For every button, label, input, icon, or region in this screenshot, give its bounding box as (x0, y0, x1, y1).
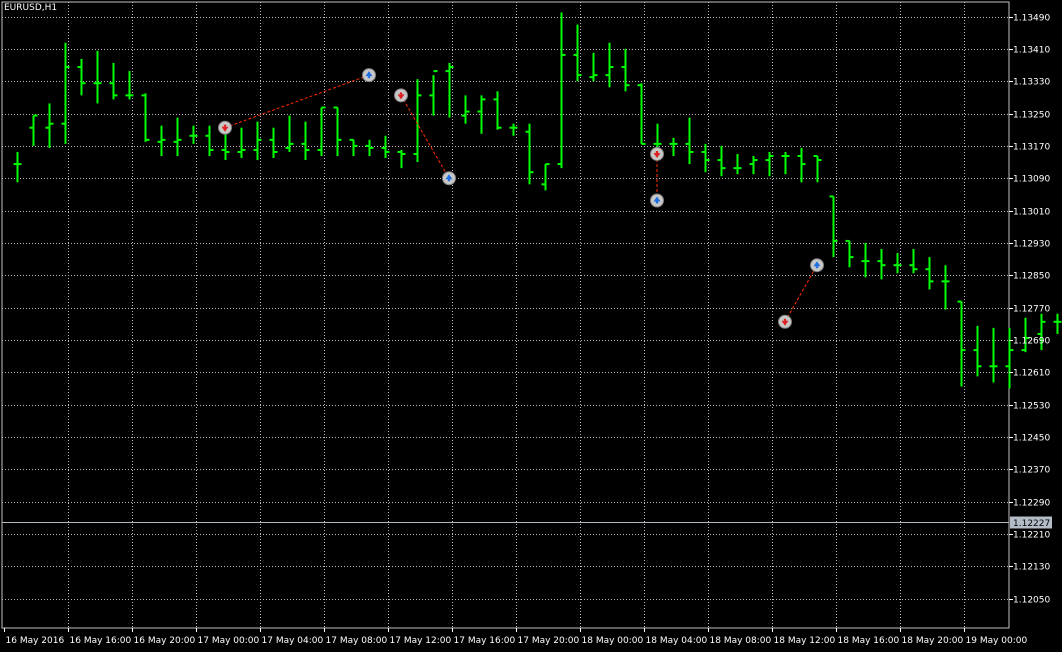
time-tick-label: 16 May 16:00 (70, 636, 132, 646)
time-tick-label: 17 May 08:00 (326, 636, 388, 646)
price-tick-label: 1.12210 (1013, 531, 1050, 541)
chart-canvas[interactable]: 1.13490 1.13410 1.13330 1.13250 1.13170 1.130… (0, 0, 1062, 652)
time-tick-label: 18 May 04:00 (646, 636, 708, 646)
arrow-stem (447, 179, 451, 182)
arrow-stem (223, 124, 227, 127)
price-tick-label: 1.13250 (1013, 111, 1050, 121)
trade-close-marker (650, 193, 664, 208)
price-tick-label: 1.13410 (1013, 46, 1050, 56)
time-tick-label: 19 May 00:00 (966, 636, 1028, 646)
arrow-stem (367, 76, 371, 79)
trade-open-marker (778, 314, 792, 329)
time-tick-label: 17 May 16:00 (454, 636, 516, 646)
price-tick-label: 1.12610 (1013, 369, 1050, 379)
arrow-stem (783, 318, 787, 321)
time-tick-label: 18 May 08:00 (710, 636, 772, 646)
time-tick-label: 17 May 20:00 (518, 636, 580, 646)
time-tick-label: 18 May 20:00 (902, 636, 964, 646)
trade-open-marker (394, 88, 408, 103)
symbol-timeframe-label: EURUSD,H1 (4, 3, 58, 13)
trade-open-marker (218, 120, 232, 135)
price-tick-label: 1.13090 (1013, 175, 1050, 185)
time-tick-label: 18 May 00:00 (582, 636, 644, 646)
time-tick-label: 18 May 12:00 (774, 636, 836, 646)
price-tick-label: 1.13490 (1013, 14, 1050, 24)
price-tick-label: 1.12370 (1013, 466, 1050, 476)
time-tick-label: 16 May 2016 (6, 636, 65, 646)
price-tick-label: 1.13170 (1013, 143, 1050, 153)
current-price-label: 1.12227 (1013, 519, 1050, 529)
price-tick-label: 1.12130 (1013, 563, 1050, 573)
arrow-stem (655, 150, 659, 153)
time-tick-label: 17 May 00:00 (198, 636, 260, 646)
price-tick-label: 1.12690 (1013, 337, 1050, 347)
price-tick-label: 1.12850 (1013, 272, 1050, 282)
time-axis[interactable]: 16 May 2016 16 May 16:00 16 May 20:00 17 Ma… (4, 628, 1028, 646)
trade-close-marker (442, 171, 456, 186)
trade-open-marker (650, 146, 664, 161)
price-tick-label: 1.12290 (1013, 499, 1050, 509)
price-tick-label: 1.12770 (1013, 305, 1050, 315)
arrow-stem (399, 92, 403, 95)
trade-close-marker (810, 258, 824, 273)
trade-close-marker (362, 68, 376, 83)
ohlc-bar (1053, 313, 1062, 334)
price-tick-label: 1.12530 (1013, 402, 1050, 412)
ohlc-bar (1021, 317, 1030, 353)
arrow-stem (815, 266, 819, 269)
arrow-stem (655, 201, 659, 204)
time-tick-label: 17 May 12:00 (390, 636, 452, 646)
time-tick-label: 16 May 20:00 (134, 636, 196, 646)
price-tick-label: 1.13010 (1013, 208, 1050, 218)
price-tick-label: 1.13330 (1013, 78, 1050, 88)
price-tick-label: 1.12450 (1013, 434, 1050, 444)
time-tick-label: 17 May 04:00 (262, 636, 324, 646)
time-tick-label: 18 May 16:00 (838, 636, 900, 646)
price-tick-label: 1.12930 (1013, 240, 1050, 250)
price-tick-label: 1.12050 (1013, 596, 1050, 606)
